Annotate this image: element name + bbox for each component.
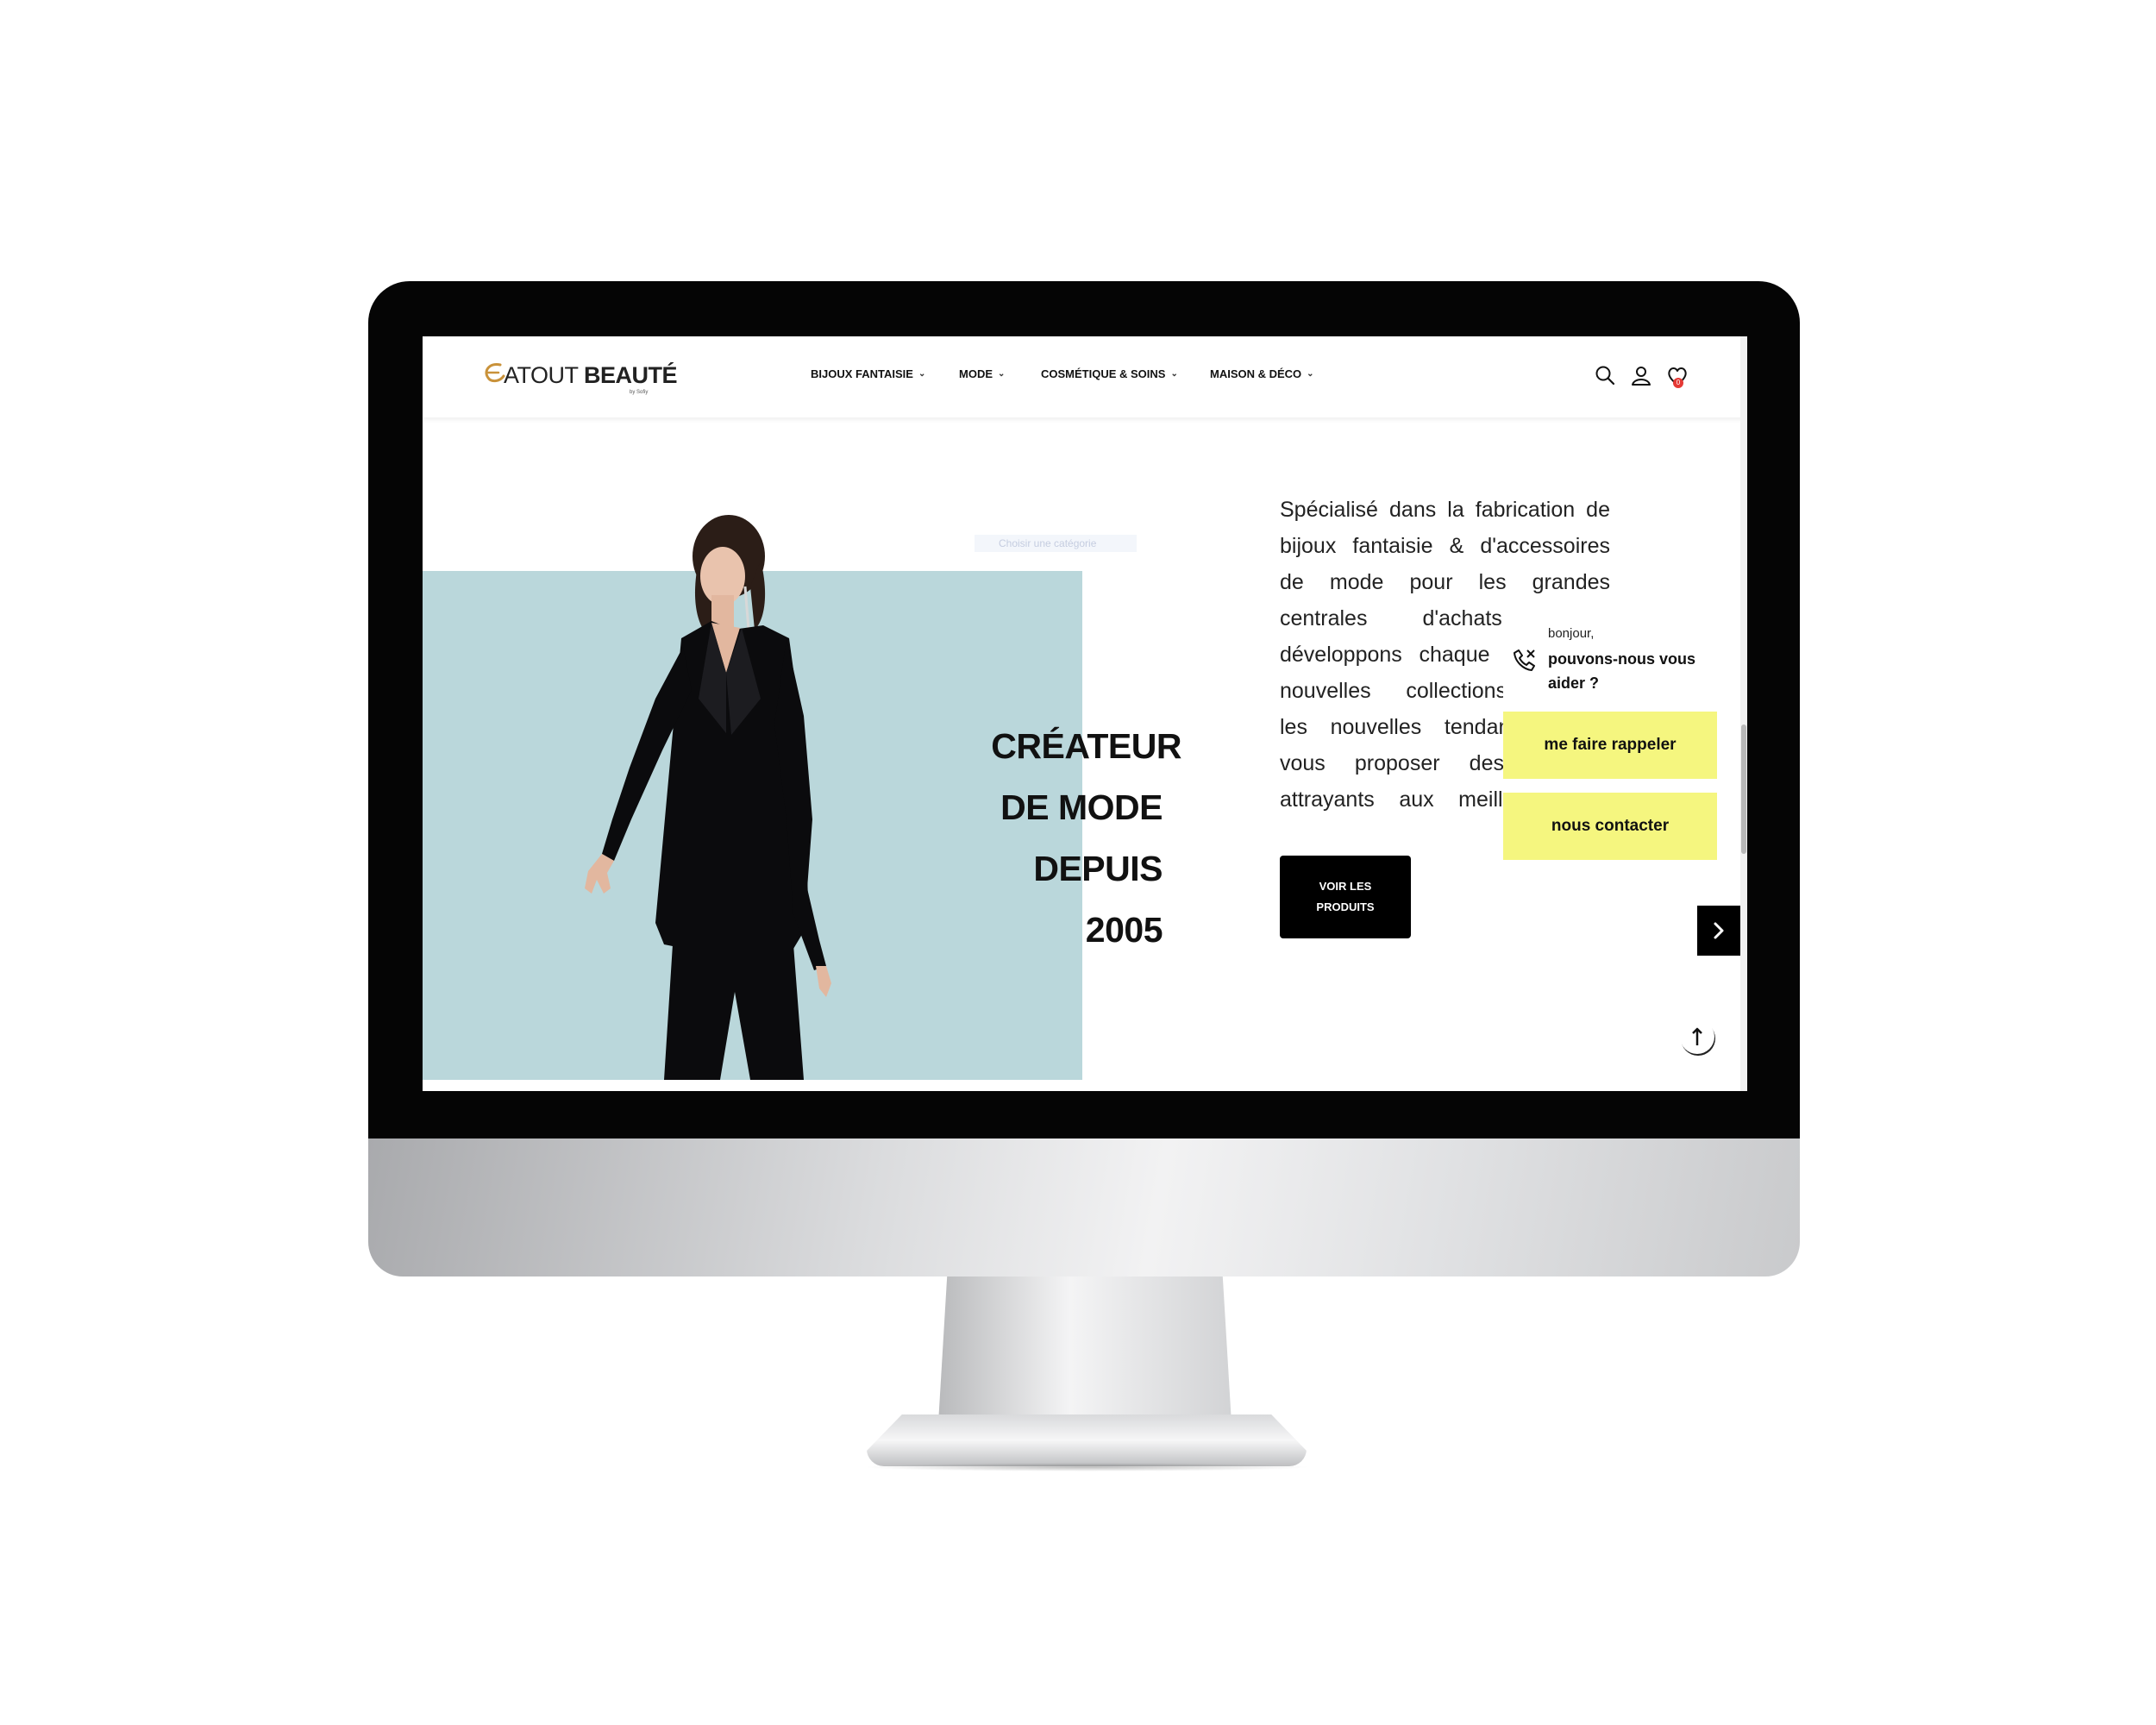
nav-item-cosmetique[interactable]: COSMÉTIQUE & SOINS ⌄ (1041, 367, 1210, 380)
monitor-stand-neck (938, 1276, 1232, 1423)
arrow-up-icon (1692, 1027, 1702, 1045)
help-question: pouvons-nous vous aider ? (1548, 650, 1695, 692)
chevron-down-icon: ⌄ (998, 369, 1006, 379)
hero-title-line: 2005 (1085, 910, 1163, 950)
callback-button[interactable]: me faire rappeler (1503, 712, 1717, 779)
monitor-stand-foot (867, 1414, 1307, 1466)
cta-line: PRODUITS (1316, 900, 1375, 913)
chevron-down-icon: ⌄ (1307, 369, 1314, 379)
hero-title-line: DEPUIS (1033, 849, 1163, 888)
monitor-chin (368, 1138, 1800, 1276)
hero-title: CRÉATEUR DE MODE DEPUIS 2005 (940, 716, 1181, 961)
scroll-to-top-button[interactable] (1680, 1019, 1714, 1054)
search-icon[interactable] (1594, 364, 1616, 388)
page-scrollbar[interactable] (1740, 336, 1747, 1091)
heart-icon[interactable]: 0 (1666, 364, 1689, 388)
hero-title-line: CRÉATEUR (991, 726, 1181, 766)
view-products-button[interactable]: VOIR LES PRODUITS (1280, 856, 1411, 938)
logo-subtitle: by Sofiy (630, 390, 649, 395)
help-greeting: bonjour, (1548, 626, 1595, 641)
phone-call-icon (1514, 649, 1535, 671)
website-screen: ATOUT BEAUTÉ by Sofiy BIJOUX FANTAISIE ⌄ … (423, 336, 1747, 1091)
category-select[interactable]: Choisir une catégorie (975, 535, 1137, 552)
description-line: Spécialisé dans la fabrication de (1280, 498, 1610, 522)
wishlist-count-badge: 0 (1673, 378, 1683, 388)
hero-model-image (585, 515, 831, 1080)
logo-text: ATOUT BEAUTÉ (504, 362, 678, 388)
header-actions: 0 (1594, 364, 1689, 388)
scrollbar-thumb[interactable] (1741, 724, 1746, 854)
chevron-down-icon: ⌄ (1170, 369, 1178, 379)
description-line: de mode pour les grandes (1280, 570, 1610, 594)
user-icon[interactable] (1630, 364, 1652, 388)
chevron-right-icon (1714, 922, 1724, 939)
nav-item-bijoux[interactable]: BIJOUX FANTAISIE ⌄ (811, 367, 959, 380)
nav-item-mode[interactable]: MODE ⌄ (959, 367, 1041, 380)
site-header: ATOUT BEAUTÉ by Sofiy BIJOUX FANTAISIE ⌄ … (423, 336, 1747, 417)
slider-next-button[interactable] (1697, 906, 1740, 956)
chevron-down-icon: ⌄ (918, 369, 926, 379)
cta-line: VOIR LES (1319, 880, 1372, 893)
stand-shadow (862, 1463, 1311, 1471)
main-nav: BIJOUX FANTAISIE ⌄ MODE ⌄ COSMÉTIQUE & SOI… (811, 367, 1331, 380)
description-line: bijoux fantaisie & d'accessoires (1280, 534, 1610, 558)
hero-title-line: DE MODE (1000, 787, 1163, 827)
contact-button[interactable]: nous contacter (1503, 793, 1717, 860)
nav-item-maison[interactable]: MAISON & DÉCO ⌄ (1210, 367, 1331, 380)
